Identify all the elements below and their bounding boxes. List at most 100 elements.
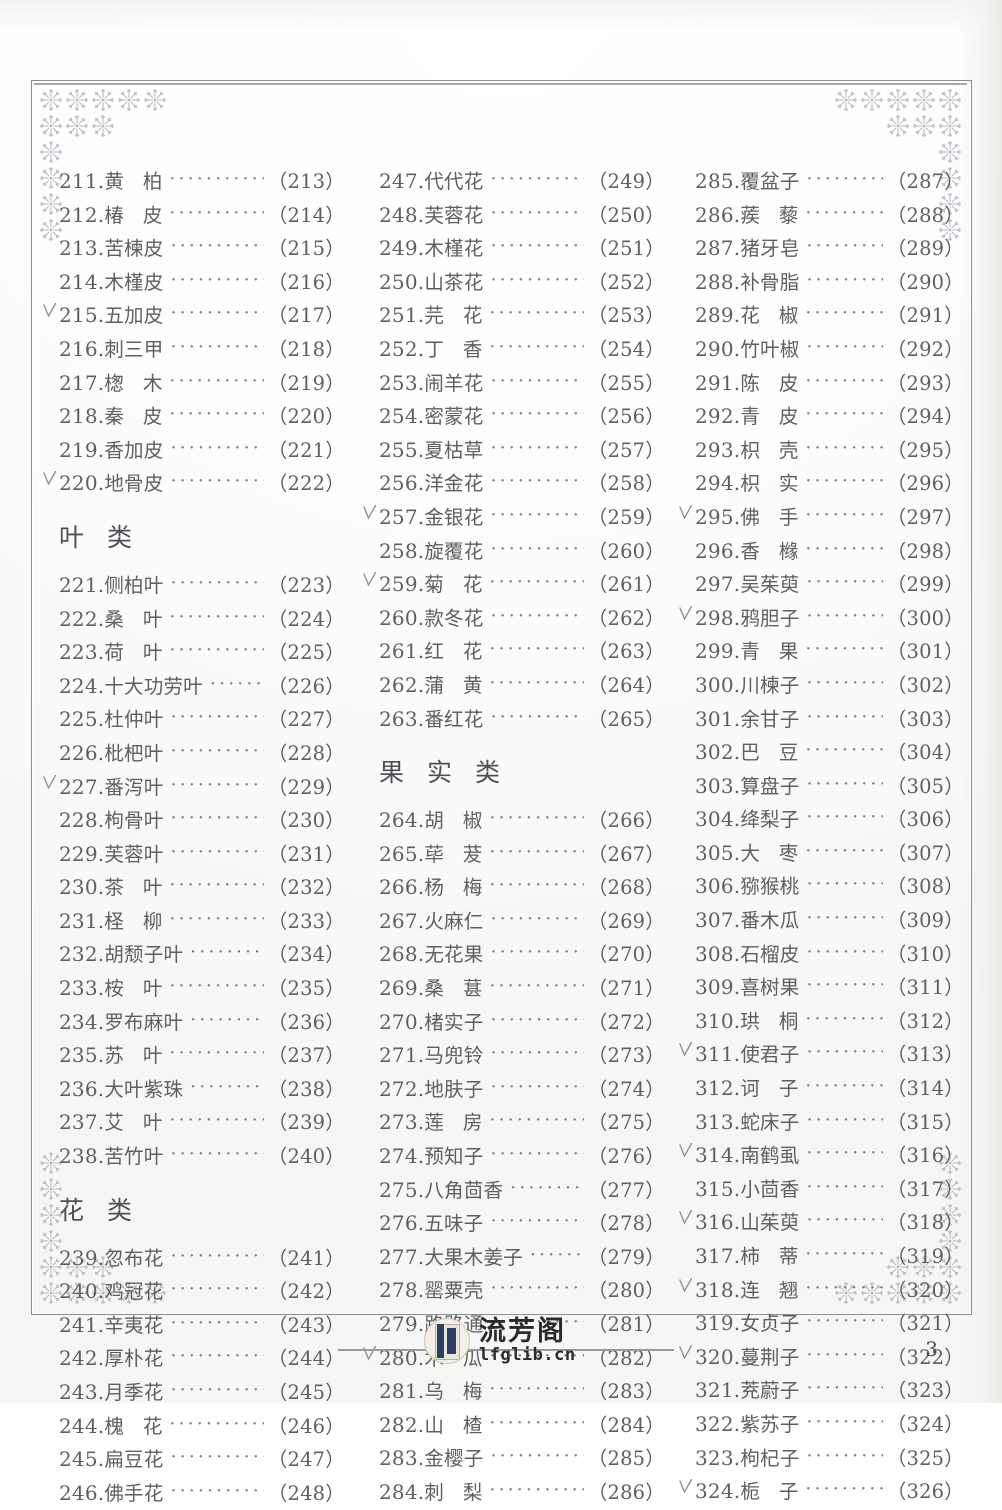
toc-entry[interactable]: 216.刺三甲 ··························（218） xyxy=(59,333,345,367)
toc-entry[interactable]: 267.火麻仁 ··························（269） xyxy=(379,905,665,939)
toc-entry[interactable]: 234.罗布麻叶 ··························（236） xyxy=(59,1006,345,1040)
toc-entry[interactable]: 318.连翘 ··························（320） xyxy=(679,1274,964,1308)
toc-entry[interactable]: 220.地骨皮 ··························（222） xyxy=(43,467,345,501)
toc-entry[interactable]: 324.栀子 ··························（326） xyxy=(679,1475,964,1509)
toc-entry[interactable]: 236.大叶紫珠 ··························（238） xyxy=(59,1073,345,1107)
toc-entry[interactable]: 292.青皮 ··························（294） xyxy=(695,400,964,434)
toc-entry[interactable]: 222.桑叶 ··························（224） xyxy=(59,603,345,637)
toc-entry[interactable]: 232.胡颓子叶 ··························（234） xyxy=(59,938,345,972)
toc-entry[interactable]: 265.荜茇 ··························（267） xyxy=(379,838,665,872)
toc-entry[interactable]: 260.款冬花 ··························（262） xyxy=(379,602,665,636)
toc-entry[interactable]: 259.菊花 ··························（261） xyxy=(363,568,665,602)
toc-entry[interactable]: 262.蒲黄 ··························（264） xyxy=(379,669,665,703)
toc-entry[interactable]: 303.算盘子 ··························（305） xyxy=(695,770,964,804)
toc-entry[interactable]: 226.枇杷叶 ··························（228） xyxy=(59,737,345,771)
toc-entry[interactable]: 323.枸杞子 ··························（325） xyxy=(695,1442,964,1476)
toc-entry[interactable]: 264.胡椒 ··························（266） xyxy=(379,804,665,838)
toc-entry[interactable]: 237.艾叶 ··························（239） xyxy=(59,1106,345,1140)
toc-entry[interactable]: 256.洋金花 ··························（258） xyxy=(379,467,665,501)
toc-entry[interactable]: 231.柽柳 ··························（233） xyxy=(59,905,345,939)
toc-entry[interactable]: 308.石榴皮 ··························（310） xyxy=(695,938,964,972)
toc-entry[interactable]: 272.地肤子 ··························（274） xyxy=(379,1073,665,1107)
toc-entry[interactable]: 224.十大功劳叶 ··························（226） xyxy=(59,670,345,704)
toc-entry[interactable]: 257.金银花 ··························（259） xyxy=(363,501,665,535)
toc-entry[interactable]: 221.侧柏叶 ··························（223） xyxy=(59,569,345,603)
toc-entry[interactable]: 305.大枣 ··························（307） xyxy=(695,837,964,871)
toc-entry[interactable]: 314.南鹤虱 ··························（316） xyxy=(679,1139,964,1173)
toc-entry[interactable]: 249.木槿花 ··························（251） xyxy=(379,232,665,266)
toc-entry[interactable]: 254.密蒙花 ··························（256） xyxy=(379,400,665,434)
toc-entry[interactable]: 223.荷叶 ··························（225） xyxy=(59,636,345,670)
toc-entry[interactable]: 299.青果 ··························（301） xyxy=(695,635,964,669)
toc-entry[interactable]: 251.芫花 ··························（253） xyxy=(379,299,665,333)
toc-entry[interactable]: 211.黄柏 ··························（213） xyxy=(59,165,345,199)
toc-entry[interactable]: 271.马兜铃 ··························（273） xyxy=(379,1039,665,1073)
toc-entry[interactable]: 287.猪牙皂 ··························（289） xyxy=(695,232,964,266)
toc-entry[interactable]: 312.诃子 ··························（314） xyxy=(695,1072,964,1106)
toc-entry[interactable]: 240.鸡冠花 ··························（242） xyxy=(59,1275,345,1309)
toc-entry[interactable]: 273.莲房 ··························（275） xyxy=(379,1106,665,1140)
toc-entry[interactable]: 300.川楝子 ··························（302） xyxy=(695,669,964,703)
toc-entry[interactable]: 266.杨梅 ··························（268） xyxy=(379,871,665,905)
toc-entry[interactable]: 213.苦楝皮 ··························（215） xyxy=(59,232,345,266)
toc-entry[interactable]: 289.花椒 ··························（291） xyxy=(695,299,964,333)
toc-entry[interactable]: 296.香橼 ··························（298） xyxy=(695,535,964,569)
toc-entry[interactable]: 218.秦皮 ··························（220） xyxy=(59,400,345,434)
toc-entry[interactable]: 306.猕猴桃 ··························（308） xyxy=(695,870,964,904)
toc-entry[interactable]: 304.绛梨子 ··························（306） xyxy=(695,803,964,837)
toc-entry[interactable]: 302.巴豆 ··························（304） xyxy=(695,736,964,770)
toc-entry[interactable]: 268.无花果 ··························（270） xyxy=(379,938,665,972)
toc-entry[interactable]: 246.佛手花 ··························（248） xyxy=(59,1477,345,1510)
toc-entry[interactable]: 219.香加皮 ··························（221） xyxy=(59,434,345,468)
toc-entry[interactable]: 212.椿皮 ··························（214） xyxy=(59,199,345,233)
toc-entry[interactable]: 263.番红花 ··························（265） xyxy=(379,703,665,737)
toc-entry[interactable]: 276.五味子 ··························（278） xyxy=(379,1207,665,1241)
toc-entry[interactable]: 247.代代花 ··························（249） xyxy=(379,165,665,199)
toc-entry[interactable]: 322.紫苏子 ··························（324） xyxy=(695,1408,964,1442)
toc-entry[interactable]: 239.忽布花 ··························（241） xyxy=(59,1242,345,1276)
toc-entry[interactable]: 284.刺梨 ··························（286） xyxy=(379,1476,665,1510)
toc-entry[interactable]: 274.预知子 ··························（276） xyxy=(379,1140,665,1174)
toc-entry[interactable]: 282.山楂 ··························（284） xyxy=(379,1409,665,1443)
toc-entry[interactable]: 248.芙蓉花 ··························（250） xyxy=(379,199,665,233)
toc-entry[interactable]: 253.闹羊花 ··························（255） xyxy=(379,367,665,401)
toc-entry[interactable]: 277.大果木姜子 ··························（279） xyxy=(379,1241,665,1275)
toc-entry[interactable]: 233.桉叶 ··························（235） xyxy=(59,972,345,1006)
toc-entry[interactable]: 214.木槿皮 ··························（216） xyxy=(59,266,345,300)
toc-entry[interactable]: 227.番泻叶 ··························（229） xyxy=(43,771,345,805)
toc-entry[interactable]: 252.丁香 ··························（254） xyxy=(379,333,665,367)
toc-entry[interactable]: 313.蛇床子 ··························（315） xyxy=(695,1106,964,1140)
toc-entry[interactable]: 288.补骨脂 ··························（290） xyxy=(695,266,964,300)
toc-entry[interactable]: 250.山茶花 ··························（252） xyxy=(379,266,665,300)
toc-entry[interactable]: 307.番木瓜 ··························（309） xyxy=(695,904,964,938)
toc-entry[interactable]: 269.桑葚 ··························（271） xyxy=(379,972,665,1006)
toc-entry[interactable]: 228.枸骨叶 ··························（230） xyxy=(59,804,345,838)
toc-entry[interactable]: 261.红花 ··························（263） xyxy=(379,635,665,669)
toc-entry[interactable]: 295.佛手 ··························（297） xyxy=(679,501,964,535)
toc-entry[interactable]: 238.苦竹叶 ··························（240） xyxy=(59,1140,345,1174)
toc-entry[interactable]: 317.柿蒂 ··························（319） xyxy=(695,1240,964,1274)
toc-entry[interactable]: 255.夏枯草 ··························（257） xyxy=(379,434,665,468)
toc-entry[interactable]: 270.楮实子 ··························（272） xyxy=(379,1006,665,1040)
toc-entry[interactable]: 278.罂粟壳 ··························（280） xyxy=(379,1274,665,1308)
toc-entry[interactable]: 293.枳壳 ··························（295） xyxy=(695,434,964,468)
toc-entry[interactable]: 297.吴茱萸 ··························（299） xyxy=(695,568,964,602)
toc-entry[interactable]: 285.覆盆子 ··························（287） xyxy=(695,165,964,199)
toc-entry[interactable]: 215.五加皮 ··························（217） xyxy=(43,299,345,333)
toc-entry[interactable]: 230.茶叶 ··························（232） xyxy=(59,871,345,905)
toc-entry[interactable]: 301.余甘子 ··························（303） xyxy=(695,703,964,737)
toc-entry[interactable]: 245.扁豆花 ··························（247） xyxy=(59,1443,345,1477)
toc-entry[interactable]: 217.楤木 ··························（219） xyxy=(59,367,345,401)
toc-entry[interactable]: 229.芙蓉叶 ··························（231） xyxy=(59,838,345,872)
toc-entry[interactable]: 315.小茴香 ··························（317） xyxy=(695,1173,964,1207)
toc-entry[interactable]: 258.旋覆花 ··························（260） xyxy=(379,535,665,569)
toc-entry[interactable]: 235.苏叶 ··························（237） xyxy=(59,1039,345,1073)
toc-entry[interactable]: 294.枳实 ··························（296） xyxy=(695,467,964,501)
toc-entry[interactable]: 309.喜树果 ··························（311） xyxy=(695,971,964,1005)
toc-entry[interactable]: 291.陈皮 ··························（293） xyxy=(695,367,964,401)
toc-entry[interactable]: 310.珙桐 ··························（312） xyxy=(695,1005,964,1039)
toc-entry[interactable]: 275.八角茴香 ··························（277） xyxy=(379,1174,665,1208)
toc-entry[interactable]: 225.杜仲叶 ··························（227） xyxy=(59,703,345,737)
toc-entry[interactable]: 316.山茱萸 ··························（318） xyxy=(679,1206,964,1240)
toc-entry[interactable]: 286.蒺藜 ··························（288） xyxy=(695,199,964,233)
